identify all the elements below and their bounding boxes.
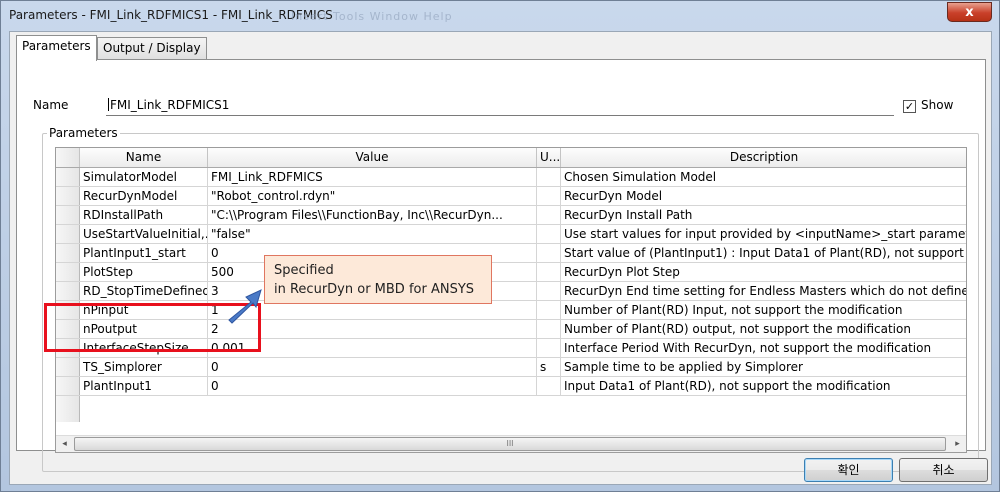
horizontal-scrollbar[interactable]: ◂ III ▸: [56, 435, 966, 452]
param-value-cell[interactable]: 0: [208, 377, 537, 395]
scrollbar-thumb[interactable]: III: [74, 437, 946, 451]
row-selector[interactable]: [56, 206, 80, 224]
param-description-cell[interactable]: Start value of (PlantInput1) : Input Dat…: [561, 244, 966, 262]
show-label[interactable]: Show: [921, 98, 953, 112]
row-selector[interactable]: [56, 244, 80, 262]
row-selector[interactable]: [56, 377, 80, 395]
param-description-cell[interactable]: Interface Period With RecurDyn, not supp…: [561, 339, 966, 357]
name-field[interactable]: FMI_Link_RDFMICS1: [106, 98, 894, 116]
row-selector[interactable]: [56, 225, 80, 243]
param-unit-cell[interactable]: [537, 320, 561, 338]
table-row[interactable]: RDInstallPath "C:\\Program Files\\Functio…: [56, 206, 966, 225]
tab-output-display[interactable]: Output / Display: [97, 37, 207, 59]
row-selector[interactable]: [56, 187, 80, 205]
parameters-dialog: Parameters - FMI_Link_RDFMICS1 - FMI_Lin…: [0, 0, 1000, 492]
param-unit-cell[interactable]: [537, 263, 561, 281]
background-menu-text: Insert Tools Window Help: [291, 10, 453, 23]
param-unit-cell[interactable]: [537, 377, 561, 395]
param-description-cell[interactable]: Number of Plant(RD) Input, not support t…: [561, 301, 966, 319]
param-name-cell[interactable]: TS_Simplorer: [80, 358, 208, 376]
param-unit-cell[interactable]: [537, 187, 561, 205]
scroll-left-icon[interactable]: ◂: [56, 436, 73, 452]
check-icon: ✓: [904, 100, 915, 113]
annotation-callout: Specified in RecurDyn or MBD for ANSYS: [264, 255, 492, 304]
param-value-cell[interactable]: 0: [208, 358, 537, 376]
param-description-cell[interactable]: Sample time to be applied by Simplorer: [561, 358, 966, 376]
tab-parameters[interactable]: Parameters: [16, 35, 97, 61]
arrow-icon: [228, 289, 262, 324]
param-unit-cell[interactable]: [537, 282, 561, 300]
param-name-cell[interactable]: RD_StopTimeDefined: [80, 282, 208, 300]
param-name-cell[interactable]: RDInstallPath: [80, 206, 208, 224]
cancel-button[interactable]: 취소: [899, 458, 988, 482]
param-value-cell[interactable]: FMI_Link_RDFMICS: [208, 168, 537, 186]
column-header-unit[interactable]: U...: [537, 148, 561, 167]
param-name-cell[interactable]: UseStartValueInitial,...: [80, 225, 208, 243]
text-caret: [108, 98, 109, 111]
callout-line-1: Specified: [274, 263, 334, 278]
param-name-cell[interactable]: SimulatorModel: [80, 168, 208, 186]
row-selector[interactable]: [56, 282, 80, 300]
row-selector[interactable]: [56, 358, 80, 376]
scroll-right-icon[interactable]: ▸: [949, 436, 966, 452]
parameters-group-label: Parameters: [47, 126, 120, 140]
column-header-name[interactable]: Name: [80, 148, 208, 167]
show-checkbox[interactable]: ✓: [903, 100, 916, 113]
param-description-cell[interactable]: Use start values for input provided by <…: [561, 225, 966, 243]
grid-header-row: Name Value U... Description: [56, 148, 966, 168]
param-description-cell[interactable]: RecurDyn End time setting for Endless Ma…: [561, 282, 966, 300]
param-description-cell[interactable]: Chosen Simulation Model: [561, 168, 966, 186]
name-field-value: FMI_Link_RDFMICS1: [110, 98, 230, 112]
window-title: Parameters - FMI_Link_RDFMICS1 - FMI_Lin…: [9, 8, 333, 22]
name-label: Name: [33, 98, 69, 112]
param-unit-cell[interactable]: s: [537, 358, 561, 376]
param-unit-cell[interactable]: [537, 206, 561, 224]
table-row[interactable]: SimulatorModel FMI_Link_RDFMICS Chosen Sim…: [56, 168, 966, 187]
param-description-cell[interactable]: Number of Plant(RD) output, not support …: [561, 320, 966, 338]
param-value-cell[interactable]: "Robot_control.rdyn": [208, 187, 537, 205]
table-row[interactable]: UseStartValueInitial,... "false" Use start…: [56, 225, 966, 244]
param-value-cell[interactable]: "C:\\Program Files\\FunctionBay, Inc\\Re…: [208, 206, 537, 224]
callout-line-2: in RecurDyn or MBD for ANSYS: [274, 282, 475, 297]
param-unit-cell[interactable]: [537, 339, 561, 357]
table-row[interactable]: RecurDynModel "Robot_control.rdyn" RecurDy…: [56, 187, 966, 206]
param-name-cell[interactable]: RecurDynModel: [80, 187, 208, 205]
param-unit-cell[interactable]: [537, 225, 561, 243]
column-header-description[interactable]: Description: [561, 148, 966, 167]
parameters-grid: Name Value U... Description SimulatorMod…: [55, 147, 967, 453]
param-description-cell[interactable]: Input Data1 of Plant(RD), not support th…: [561, 377, 966, 395]
table-row[interactable]: TS_Simplorer 0 s Sample time to be applied …: [56, 358, 966, 377]
param-unit-cell[interactable]: [537, 244, 561, 262]
param-name-cell[interactable]: PlantInput1: [80, 377, 208, 395]
param-unit-cell[interactable]: [537, 301, 561, 319]
param-description-cell[interactable]: RecurDyn Model: [561, 187, 966, 205]
close-icon: x: [965, 4, 974, 20]
param-value-cell[interactable]: "false": [208, 225, 537, 243]
dialog-client-area: Parameters Output / Display Name FMI_Lin…: [9, 31, 992, 485]
param-name-cell[interactable]: PlotStep: [80, 263, 208, 281]
table-row[interactable]: PlantInput1_start 0 Start value of (PlantI…: [56, 244, 966, 263]
row-selector[interactable]: [56, 263, 80, 281]
tab-panel: Name FMI_Link_RDFMICS1 ✓ Show Parameters…: [16, 59, 986, 472]
thumb-grip-icon: III: [506, 439, 514, 448]
table-row[interactable]: RD_StopTimeDefined 3 RecurDyn End time set…: [56, 282, 966, 301]
param-unit-cell[interactable]: [537, 168, 561, 186]
param-name-cell[interactable]: PlantInput1_start: [80, 244, 208, 262]
close-button[interactable]: x: [947, 2, 992, 22]
header-corner[interactable]: [56, 148, 80, 167]
row-selector[interactable]: [56, 168, 80, 186]
param-description-cell[interactable]: RecurDyn Plot Step: [561, 263, 966, 281]
param-description-cell[interactable]: RecurDyn Install Path: [561, 206, 966, 224]
ok-button[interactable]: 확인: [804, 458, 893, 482]
column-header-value[interactable]: Value: [208, 148, 537, 167]
table-row[interactable]: PlotStep 500 RecurDyn Plot Step: [56, 263, 966, 282]
table-row[interactable]: PlantInput1 0 Input Data1 of Plant(RD), no…: [56, 377, 966, 396]
title-bar[interactable]: Parameters - FMI_Link_RDFMICS1 - FMI_Lin…: [1, 1, 999, 31]
